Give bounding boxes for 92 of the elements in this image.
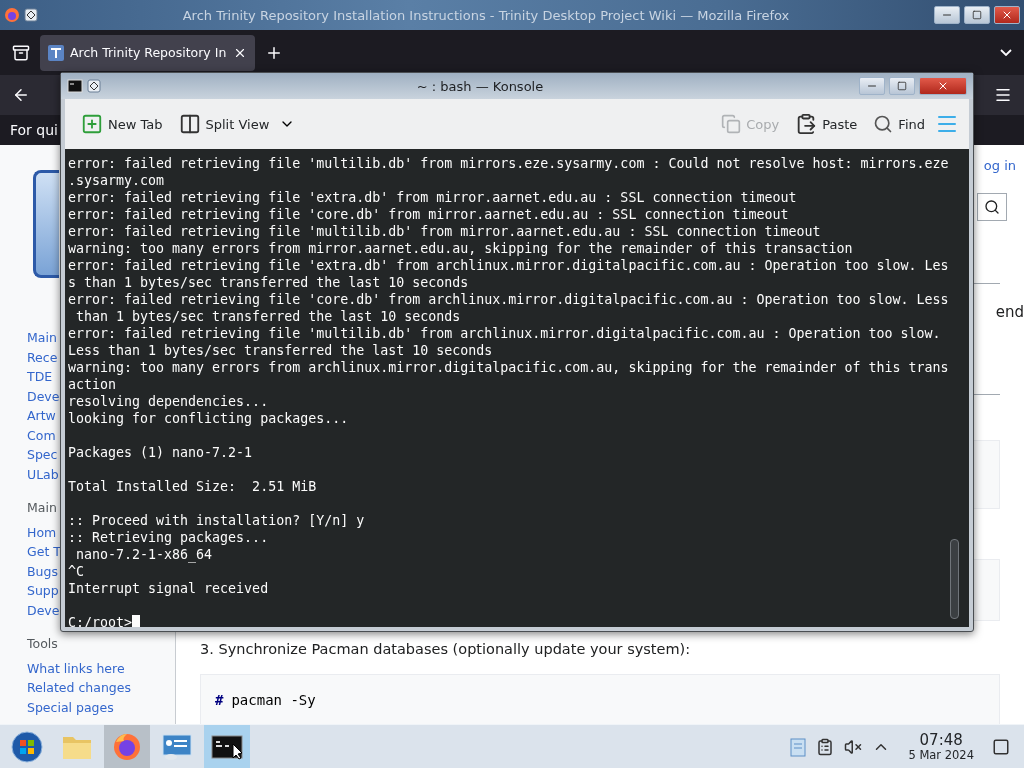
monitor-icon — [161, 732, 193, 761]
login-link[interactable]: og in — [983, 157, 1016, 173]
terminal-line: action — [68, 376, 118, 393]
menu-icon — [994, 86, 1012, 104]
sidebar-link[interactable]: Special pages — [27, 697, 114, 717]
search-icon — [873, 114, 894, 134]
terminal-line: error: failed retrieving file 'core.db' from archlinux.mirror.digitalpacific.com.au : Operation too slow. Less — [68, 291, 950, 308]
sidebar-link[interactable]: TDE — [27, 367, 53, 387]
terminal-line: Interrupt signal received — [68, 580, 270, 597]
copy-icon — [721, 114, 742, 134]
split-view-icon — [178, 113, 201, 135]
toolbar-button[interactable]: Find — [867, 110, 931, 138]
notice-text: For qui — [10, 122, 58, 138]
terminal-line: nano-7.2-1-x86_64 — [75, 546, 214, 563]
sidebar-link[interactable]: Get T — [27, 542, 61, 562]
minimize-button[interactable] — [934, 6, 960, 24]
code-prompt: # — [215, 692, 224, 708]
terminal-line: s than 1 bytes/sec transferred the last 10 seconds — [68, 274, 470, 291]
back-icon — [12, 86, 30, 104]
toolbar-button[interactable]: Paste — [789, 109, 864, 139]
show-desktop-icon[interactable] — [992, 737, 1010, 756]
search-button[interactable] — [977, 193, 1007, 221]
close-icon — [937, 80, 949, 92]
terminal-line: :: Proceed with installation? [Y/n] y — [68, 512, 366, 529]
sidebar-link[interactable]: Deve — [27, 600, 60, 620]
sidebar-link[interactable]: Spec — [27, 445, 58, 465]
sidebar-link[interactable]: What links here — [27, 658, 125, 678]
logo-icon — [33, 170, 59, 278]
terminal-line: error: failed retrieving file 'core.db' from mirror.aarnet.edu.au : SSL connection timeout — [68, 206, 790, 223]
toolbar-button[interactable]: New Tab — [75, 109, 169, 139]
terminal-line: error: failed retrieving file 'multilib.db' from archlinux.mirror.digitalpacific.com.au : Operation too slow. — [68, 325, 942, 342]
muted-volume-icon[interactable] — [844, 737, 863, 756]
terminal-icon — [67, 79, 83, 93]
terminal-line: error: failed retrieving file 'multilib.db' from mirrors.eze.sysarmy.com : Could not resolve host: mirrors.eze — [68, 155, 950, 172]
site-icon — [48, 44, 64, 61]
window-title: Arch Trinity Repository Installation Instructions - Trinity Desktop Project Wiki — Mozilla Firefox — [181, 7, 791, 23]
browser-icon — [4, 7, 20, 23]
maximize-icon — [972, 10, 982, 20]
terminal-line: warning: too many errors from mirror.aarnet.edu.au, skipping for the remainder of this transaction — [68, 240, 854, 257]
body-text: end — [995, 303, 1024, 321]
new-tab-icon — [81, 113, 103, 135]
scrollbar[interactable] — [950, 539, 959, 619]
window-menu-icon[interactable] — [87, 79, 101, 93]
clock-date: 5 Mar 2024 — [908, 747, 974, 762]
tab-label: Arch Trinity Repository In — [70, 45, 227, 60]
maximize-icon — [897, 81, 907, 91]
sidebar-link[interactable]: Com — [27, 425, 56, 445]
sidebar-link[interactable]: Main — [27, 328, 57, 348]
chevron-down-icon — [1000, 49, 1012, 56]
close-icon — [1001, 9, 1013, 21]
sidebar-link[interactable]: Hom — [27, 522, 57, 542]
window-menu-icon[interactable] — [24, 8, 38, 22]
terminal-line: Packages (1) nano-7.2-1 — [68, 444, 254, 461]
maximize-button[interactable] — [964, 6, 990, 24]
browser-tab[interactable]: Arch Trinity Repository In — [40, 34, 255, 71]
terminal-line: Less than 1 bytes/sec transferred the last 10 seconds — [68, 342, 494, 359]
clipboard-icon[interactable] — [816, 737, 835, 756]
terminal-line: .sysarmy.com — [68, 172, 166, 189]
search-icon — [984, 199, 1000, 215]
sidebar-link[interactable]: Bugs — [27, 561, 58, 581]
sidebar-link[interactable]: Artw — [27, 406, 56, 426]
sidebar-heading: Tools — [27, 635, 59, 653]
window-title: ~ : bash — Konsole — [415, 78, 545, 94]
paste-icon — [795, 113, 818, 135]
code-text: pacman -Sy — [231, 692, 316, 708]
sidebar-link[interactable]: Supp — [27, 581, 59, 601]
clock-time: 07:48 — [919, 731, 963, 748]
terminal-line: error: failed retrieving file 'extra.db' from archlinux.mirror.digitalpacific.com.au : Operation too slow. Les — [68, 257, 950, 274]
step-text: 3. Synchronize Pacman databases (optionally update your system): — [200, 641, 692, 657]
terminal-line: error: failed retrieving file 'extra.db' from mirror.aarnet.edu.au : SSL connection timeout — [68, 189, 798, 206]
sidebar-link[interactable]: Deve — [27, 386, 60, 406]
terminal-line: resolving dependencies... — [68, 393, 270, 410]
maximize-button[interactable] — [889, 77, 915, 95]
taskbar-button[interactable] — [204, 725, 250, 768]
terminal-line: Total Installed Size: 2.51 MiB — [68, 478, 318, 495]
toolbar-button[interactable]: Split View — [172, 109, 276, 139]
terminal-icon — [211, 733, 243, 760]
terminal-line: error: failed retrieving file 'multilib.db' from mirror.aarnet.edu.au : SSL connection timeout — [68, 223, 822, 240]
browser-icon — [112, 731, 142, 762]
start-orb-icon — [11, 730, 43, 763]
terminal-line: than 1 bytes/sec transferred the last 10 seconds — [75, 308, 462, 325]
sidebar-link[interactable]: ULab — [27, 464, 59, 484]
sidebar-link[interactable]: Rece — [27, 347, 58, 367]
minimize-button[interactable] — [859, 77, 885, 95]
terminal-line: looking for conflicting packages... — [68, 410, 350, 427]
close-button[interactable] — [994, 6, 1020, 24]
terminal-line: :: Retrieving packages... — [68, 529, 270, 546]
terminal-line: warning: too many errors from archlinux.mirror.digitalpacific.com.au, skipping for the remainder of this trans — [68, 359, 950, 376]
terminal-line: ^C — [68, 563, 85, 580]
sidebar-heading: Main — [27, 499, 58, 517]
sidebar-link[interactable]: Related changes — [27, 678, 131, 698]
close-button[interactable] — [919, 77, 967, 95]
